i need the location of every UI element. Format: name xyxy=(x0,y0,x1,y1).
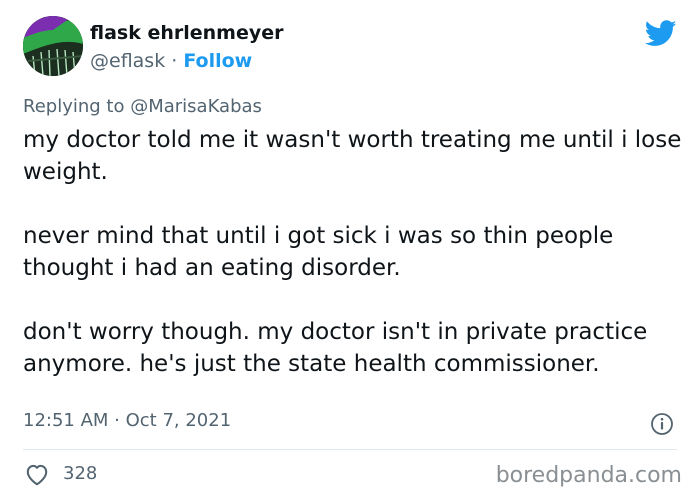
reply-prefix: Replying to xyxy=(23,96,131,117)
reply-context: Replying to @MarisaKabas xyxy=(23,96,262,117)
avatar-image xyxy=(23,16,83,76)
follow-button[interactable]: Follow xyxy=(183,50,252,72)
like-count: 328 xyxy=(63,463,98,484)
divider xyxy=(23,449,677,450)
tweet-paragraph: my doctor told me it wasn't worth treati… xyxy=(23,127,682,185)
twitter-bird-icon[interactable] xyxy=(645,20,677,47)
heart-icon[interactable] xyxy=(24,462,50,486)
avatar[interactable] xyxy=(23,16,83,76)
tweet-card: flask ehrlenmeyer @eflask · Follow Reply… xyxy=(0,0,700,502)
tweet-text: my doctor told me it wasn't worth treati… xyxy=(23,124,683,380)
tweet-paragraph: don't worry though. my doctor isn't in p… xyxy=(23,319,648,377)
author-handle-line: @eflask · Follow xyxy=(90,50,252,72)
reply-to-handle[interactable]: @MarisaKabas xyxy=(130,96,262,117)
author-handle[interactable]: @eflask xyxy=(90,50,165,72)
tweet-timestamp[interactable]: 12:51 AM · Oct 7, 2021 xyxy=(23,410,231,431)
tweet-paragraph: never mind that until i got sick i was s… xyxy=(23,223,614,281)
watermark: boredpanda.com xyxy=(495,463,682,488)
info-icon[interactable] xyxy=(650,412,674,436)
separator-dot: · xyxy=(165,50,184,72)
author-name[interactable]: flask ehrlenmeyer xyxy=(90,22,284,44)
